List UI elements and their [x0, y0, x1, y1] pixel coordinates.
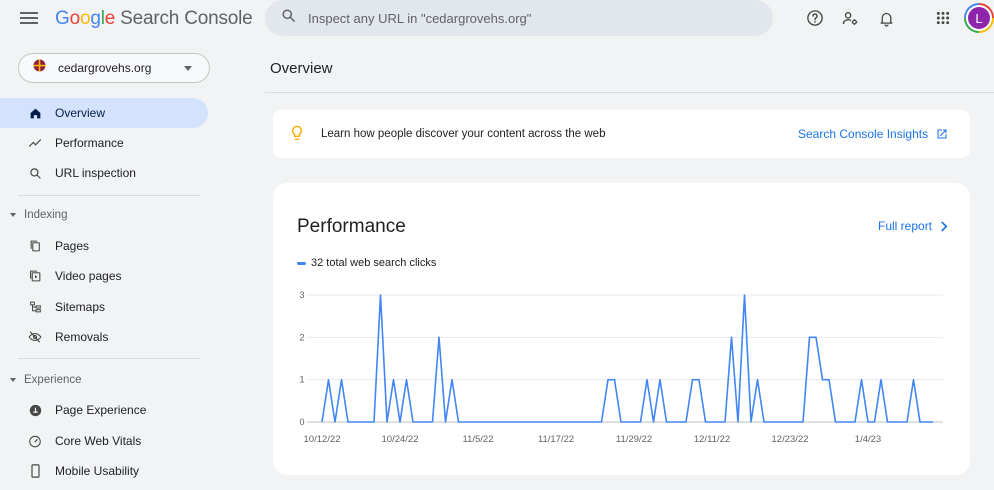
- help-icon[interactable]: [805, 8, 825, 28]
- phone-icon: [28, 464, 42, 478]
- performance-card: Performance Full report 32 total web sea…: [273, 183, 970, 475]
- insights-banner: Learn how people discover your content a…: [273, 110, 970, 158]
- pages-icon: [28, 239, 42, 253]
- sitemaps-icon: [28, 300, 42, 314]
- lightbulb-icon: [291, 125, 303, 147]
- sidebar: cedargrovehs.org Overview Performance UR…: [0, 38, 218, 490]
- property-favicon-icon: [33, 59, 46, 77]
- home-icon: [28, 106, 42, 120]
- performance-line-chart[interactable]: 0 1 2 3 10/12/22 10/24/22 11/5/22 11/17/22 11/29…: [273, 183, 970, 475]
- x-tick-label: 12/23/22: [772, 434, 809, 445]
- sidebar-item-removals[interactable]: Removals: [0, 322, 208, 352]
- search-input[interactable]: [308, 10, 748, 26]
- x-tick-label: 11/29/22: [616, 434, 652, 445]
- notifications-bell-icon[interactable]: [876, 8, 896, 28]
- search-icon: [28, 166, 42, 180]
- banner-text: Learn how people discover your content a…: [321, 128, 606, 140]
- collapse-triangle-icon: [10, 378, 16, 382]
- x-tick-label: 11/5/22: [463, 434, 494, 445]
- sidebar-item-pages[interactable]: Pages: [0, 231, 208, 261]
- x-tick-label: 12/11/22: [694, 434, 730, 445]
- apps-grid-icon[interactable]: [933, 8, 953, 28]
- removals-icon: [28, 330, 42, 344]
- y-tick-label: 0: [299, 417, 304, 427]
- sidebar-item-page-experience[interactable]: Page Experience: [0, 395, 208, 425]
- chevron-down-icon: [184, 66, 192, 71]
- top-app-bar: GoogleSearch Console L: [0, 0, 994, 38]
- section-experience[interactable]: Experience: [0, 368, 208, 392]
- video-pages-icon: [28, 269, 42, 283]
- x-tick-label: 10/24/22: [382, 434, 419, 445]
- search-console-insights-link[interactable]: Search Console Insights: [798, 127, 948, 141]
- x-tick-label: 10/12/22: [304, 434, 341, 445]
- page-experience-icon: [28, 403, 42, 417]
- divider: [18, 195, 200, 196]
- trend-icon: [28, 136, 42, 150]
- property-name: cedargrovehs.org: [58, 61, 152, 75]
- x-tick-label: 11/17/22: [538, 434, 574, 445]
- section-indexing[interactable]: Indexing: [0, 203, 208, 227]
- x-tick-label: 1/4/23: [855, 434, 881, 445]
- sidebar-item-overview[interactable]: Overview: [0, 98, 208, 128]
- collapse-triangle-icon: [10, 213, 16, 217]
- sidebar-item-video-pages[interactable]: Video pages: [0, 261, 208, 291]
- search-icon: [281, 8, 296, 28]
- sidebar-item-core-web-vitals[interactable]: Core Web Vitals: [0, 426, 208, 456]
- gauge-icon: [28, 434, 42, 448]
- y-tick-label: 2: [299, 332, 304, 342]
- open-in-new-icon: [937, 129, 947, 139]
- y-tick-label: 3: [299, 290, 304, 300]
- sidebar-item-mobile-usability[interactable]: Mobile Usability: [0, 456, 208, 486]
- divider: [265, 92, 994, 93]
- app-logo[interactable]: Google Search Console: [55, 8, 253, 30]
- sidebar-item-sitemaps[interactable]: Sitemaps: [0, 292, 208, 322]
- y-tick-label: 1: [299, 375, 304, 385]
- url-inspection-search[interactable]: [265, 0, 773, 36]
- divider: [18, 358, 200, 359]
- page-title: Overview: [270, 60, 333, 77]
- main-menu-icon[interactable]: [20, 10, 38, 28]
- app-title: Search Console: [120, 8, 253, 29]
- account-avatar[interactable]: L: [964, 3, 994, 33]
- property-selector[interactable]: cedargrovehs.org: [18, 53, 210, 83]
- sidebar-item-performance[interactable]: Performance: [0, 128, 208, 158]
- manage-users-icon[interactable]: [840, 8, 860, 28]
- series-line-web-search-clicks[interactable]: [321, 294, 933, 423]
- sidebar-item-url-inspection[interactable]: URL inspection: [0, 158, 208, 188]
